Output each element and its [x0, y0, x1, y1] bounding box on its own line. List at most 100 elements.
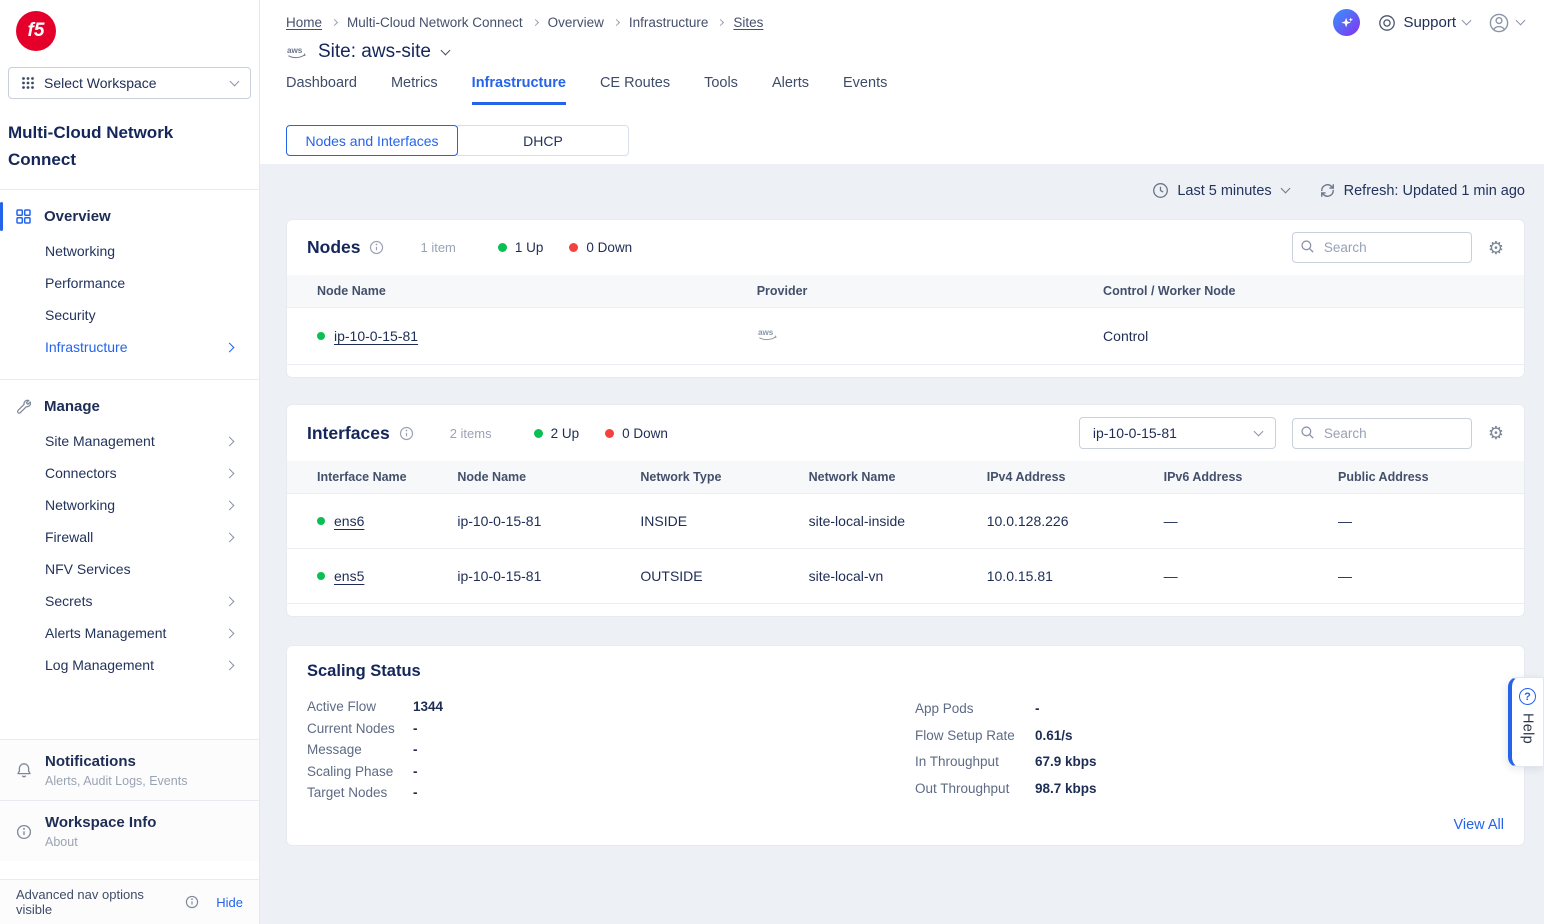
workspace-selector[interactable]: Select Workspace	[8, 67, 251, 99]
grid-dots-icon	[21, 76, 35, 90]
chevron-right-icon	[225, 468, 235, 478]
interfaces-search-input[interactable]	[1292, 418, 1472, 449]
sidebar-item-overview[interactable]: Overview	[0, 198, 259, 235]
overview-grid-icon	[16, 209, 31, 224]
sidebar-item-log-management[interactable]: Log Management	[0, 649, 259, 681]
nodes-down-status: 0 Down	[569, 240, 632, 255]
tab-infrastructure[interactable]: Infrastructure	[472, 75, 566, 105]
up-status-label: 2 Up	[551, 426, 580, 441]
interfaces-table: Interface Name Node Name Network Type Ne…	[287, 461, 1524, 604]
interfaces-title: Interfaces	[307, 423, 390, 444]
breadcrumb-overview[interactable]: Overview	[548, 15, 604, 30]
page-title: Site: aws-site	[318, 41, 431, 63]
hide-nav-link[interactable]: Hide	[216, 895, 243, 910]
column-header: IPv4 Address	[975, 461, 1152, 494]
help-tab[interactable]: ? Help	[1508, 677, 1544, 767]
divider	[0, 379, 259, 380]
tab-events[interactable]: Events	[843, 75, 887, 105]
ai-assistant-button[interactable]	[1333, 9, 1360, 36]
scaling-left-column: Active Flow1344 Current Nodes- Message- …	[307, 696, 915, 804]
site-title-row: aws Site: aws-site	[286, 41, 1524, 63]
scaling-label: Current Nodes	[307, 718, 413, 740]
scaling-label: Active Flow	[307, 696, 413, 718]
sidebar-item-label: Secrets	[45, 593, 92, 609]
sidebar-item-nfv-services[interactable]: NFV Services	[0, 553, 259, 585]
subtab-nodes-and-interfaces[interactable]: Nodes and Interfaces	[286, 125, 458, 156]
svg-text:aws: aws	[287, 45, 303, 54]
node-filter-select[interactable]: ip-10-0-15-81	[1079, 417, 1276, 449]
breadcrumb-infrastructure[interactable]: Infrastructure	[629, 15, 709, 30]
table-row: ens5 ip-10-0-15-81 OUTSIDE site-local-vn…	[287, 549, 1524, 604]
tab-ce-routes[interactable]: CE Routes	[600, 75, 670, 105]
gear-icon[interactable]: ⚙	[1488, 239, 1504, 257]
interface-ipv6: —	[1152, 494, 1326, 549]
time-range-label: Last 5 minutes	[1177, 183, 1271, 199]
advanced-nav-label: Advanced nav options visible	[16, 887, 178, 917]
breadcrumb-sites[interactable]: Sites	[733, 15, 763, 30]
sidebar-item-infrastructure[interactable]: Infrastructure	[0, 331, 259, 363]
f5-logo[interactable]: f5	[16, 11, 56, 51]
content-area: Last 5 minutes Refresh: Updated 1 min ag…	[260, 164, 1544, 924]
scaling-label: Out Throughput	[915, 776, 1035, 803]
user-menu[interactable]	[1488, 12, 1524, 34]
breadcrumb-mcn-connect[interactable]: Multi-Cloud Network Connect	[347, 15, 523, 30]
node-status-dot	[317, 332, 325, 340]
nodes-search-input[interactable]	[1292, 232, 1472, 263]
info-icon[interactable]	[399, 426, 414, 441]
avatar-icon	[1488, 12, 1510, 34]
main-area: Home Multi-Cloud Network Connect Overvie…	[260, 0, 1544, 924]
column-header: Provider	[745, 275, 1091, 308]
interface-name-link[interactable]: ens5	[334, 568, 364, 584]
node-filter-value: ip-10-0-15-81	[1093, 425, 1177, 441]
search-icon	[1300, 239, 1315, 254]
site-selector-chevron-icon[interactable]	[441, 45, 451, 55]
sidebar-item-security[interactable]: Security	[0, 299, 259, 331]
scaling-value: -	[413, 761, 418, 783]
wrench-icon	[16, 399, 31, 414]
sidebar-item-manage[interactable]: Manage	[0, 388, 259, 425]
gear-icon[interactable]: ⚙	[1488, 424, 1504, 442]
sidebar-item-site-management[interactable]: Site Management	[0, 425, 259, 457]
sidebar-item-networking[interactable]: Networking	[0, 235, 259, 267]
tab-tools[interactable]: Tools	[704, 75, 738, 105]
interface-status-dot	[317, 517, 325, 525]
tab-metrics[interactable]: Metrics	[391, 75, 438, 105]
tab-dashboard[interactable]: Dashboard	[286, 75, 357, 105]
sidebar-item-workspace-info[interactable]: Workspace Info About	[0, 800, 259, 861]
subtab-dhcp[interactable]: DHCP	[457, 125, 629, 156]
sidebar-item-secrets[interactable]: Secrets	[0, 585, 259, 617]
scaling-label: Target Nodes	[307, 782, 413, 804]
node-name-link[interactable]: ip-10-0-15-81	[334, 328, 418, 344]
chevron-right-icon	[225, 596, 235, 606]
breadcrumb-home[interactable]: Home	[286, 15, 322, 30]
up-status-dot	[534, 429, 543, 438]
workspace-selector-label: Select Workspace	[44, 75, 157, 91]
nodes-up-status: 1 Up	[498, 240, 544, 255]
support-menu[interactable]: Support	[1378, 14, 1470, 32]
view-all-link[interactable]: View All	[1453, 817, 1504, 833]
interface-name-link[interactable]: ens6	[334, 513, 364, 529]
interface-node: ip-10-0-15-81	[445, 549, 628, 604]
refresh-button[interactable]: Refresh: Updated 1 min ago	[1319, 182, 1525, 199]
help-question-icon: ?	[1519, 688, 1536, 705]
chevron-down-icon	[1462, 16, 1472, 26]
nodes-card-header: Nodes 1 item 1 Up 0 Down	[287, 220, 1524, 275]
sidebar-item-label: Log Management	[45, 657, 154, 673]
sidebar-item-connectors[interactable]: Connectors	[0, 457, 259, 489]
sidebar-item-alerts-management[interactable]: Alerts Management	[0, 617, 259, 649]
info-icon[interactable]	[369, 240, 384, 255]
subtab-group: Nodes and Interfaces DHCP	[286, 125, 1524, 156]
tab-alerts[interactable]: Alerts	[772, 75, 809, 105]
sidebar-footer: Advanced nav options visible Hide	[0, 879, 259, 924]
interfaces-card: Interfaces 2 items 2 Up 0 Down ip-10-0-1…	[286, 404, 1525, 617]
sidebar-item-performance[interactable]: Performance	[0, 267, 259, 299]
sidebar-item-firewall[interactable]: Firewall	[0, 521, 259, 553]
aws-icon: aws	[286, 45, 309, 60]
workspace-info-description: About	[45, 835, 156, 849]
nodes-card: Nodes 1 item 1 Up 0 Down	[286, 219, 1525, 378]
interfaces-card-header: Interfaces 2 items 2 Up 0 Down ip-10-0-1…	[287, 405, 1524, 461]
time-range-selector[interactable]: Last 5 minutes	[1152, 182, 1288, 199]
interface-ipv4: 10.0.128.226	[975, 494, 1152, 549]
sidebar-item-networking-manage[interactable]: Networking	[0, 489, 259, 521]
sidebar-item-notifications[interactable]: Notifications Alerts, Audit Logs, Events	[0, 739, 259, 800]
